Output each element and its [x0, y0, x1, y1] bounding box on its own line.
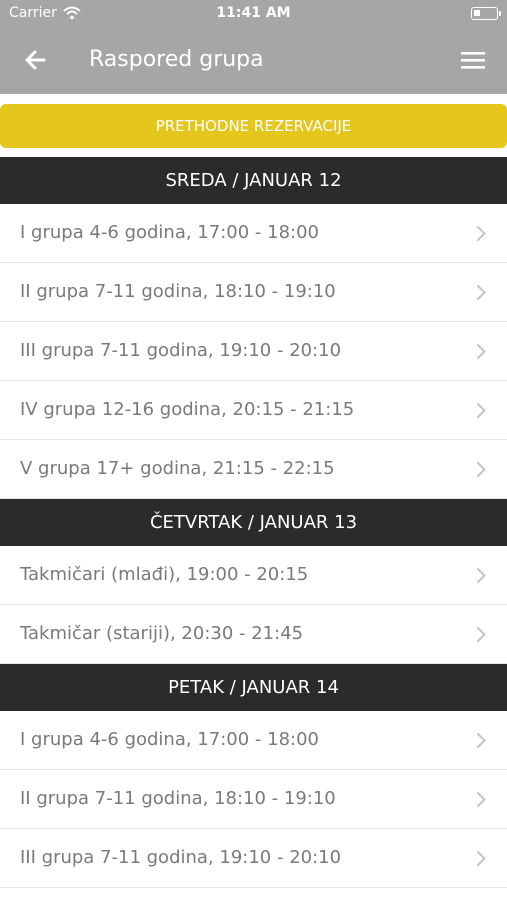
schedule-row-label: II grupa 7-11 godina, 18:10 - 19:10: [20, 281, 336, 302]
schedule-row[interactable]: I grupa 4-6 godina, 17:00 - 18:00: [0, 711, 507, 770]
app-screen: Carrier 11:41 AM Raspored grupa PRETHODN…: [0, 0, 507, 900]
schedule-row[interactable]: Takmičari (mlađi), 19:00 - 20:15: [0, 546, 507, 605]
schedule-row-label: II grupa 7-11 godina, 18:10 - 19:10: [20, 788, 336, 809]
schedule-list: SREDA / JANUAR 12 I grupa 4-6 godina, 17:…: [0, 157, 507, 888]
schedule-row-label: I grupa 4-6 godina, 17:00 - 18:00: [20, 729, 319, 750]
schedule-row-label: III grupa 7-11 godina, 19:10 - 20:10: [20, 340, 342, 361]
schedule-row[interactable]: IV grupa 12-16 godina, 20:15 - 21:15: [0, 381, 507, 440]
chevron-right-icon: [477, 792, 486, 807]
chevron-right-icon: [477, 285, 486, 300]
page-title: Raspored grupa: [89, 47, 264, 72]
schedule-row-label: I grupa 4-6 godina, 17:00 - 18:00: [20, 222, 319, 243]
schedule-row[interactable]: II grupa 7-11 godina, 18:10 - 19:10: [0, 263, 507, 322]
top-bar: Carrier 11:41 AM Raspored grupa: [0, 0, 507, 94]
battery-icon: [471, 7, 501, 20]
schedule-row[interactable]: V grupa 17+ godina, 21:15 - 22:15: [0, 440, 507, 499]
day-header: PETAK / JANUAR 14: [0, 664, 507, 711]
schedule-row-label: III grupa 7-11 godina, 19:10 - 20:10: [20, 847, 342, 868]
status-bar: Carrier 11:41 AM: [0, 0, 507, 28]
navigation-bar: Raspored grupa: [0, 28, 507, 94]
schedule-row[interactable]: III grupa 7-11 godina, 19:10 - 20:10: [0, 829, 507, 888]
schedule-row-label: V grupa 17+ godina, 21:15 - 22:15: [20, 458, 335, 479]
chevron-right-icon: [477, 627, 486, 642]
schedule-row[interactable]: I grupa 4-6 godina, 17:00 - 18:00: [0, 204, 507, 263]
day-header: SREDA / JANUAR 12: [0, 157, 507, 204]
schedule-row-label: Takmičar (stariji), 20:30 - 21:45: [20, 623, 304, 644]
chevron-right-icon: [477, 344, 486, 359]
status-time: 11:41 AM: [216, 5, 291, 21]
schedule-row-label: IV grupa 12-16 godina, 20:15 - 21:15: [20, 399, 355, 420]
hamburger-menu-icon[interactable]: [459, 47, 487, 73]
schedule-row[interactable]: Takmičar (stariji), 20:30 - 21:45: [0, 605, 507, 664]
chevron-right-icon: [477, 568, 486, 583]
schedule-row[interactable]: II grupa 7-11 godina, 18:10 - 19:10: [0, 770, 507, 829]
previous-reservations-button[interactable]: PRETHODNE REZERVACIJE: [0, 104, 507, 148]
day-header: ČETVRTAK / JANUAR 13: [0, 499, 507, 546]
schedule-row-label: Takmičari (mlađi), 19:00 - 20:15: [20, 564, 309, 585]
chevron-right-icon: [477, 462, 486, 477]
schedule-row[interactable]: III grupa 7-11 godina, 19:10 - 20:10: [0, 322, 507, 381]
chevron-right-icon: [477, 403, 486, 418]
chevron-right-icon: [477, 733, 486, 748]
chevron-right-icon: [477, 851, 486, 866]
back-arrow-icon[interactable]: [20, 44, 52, 76]
chevron-right-icon: [477, 226, 486, 241]
